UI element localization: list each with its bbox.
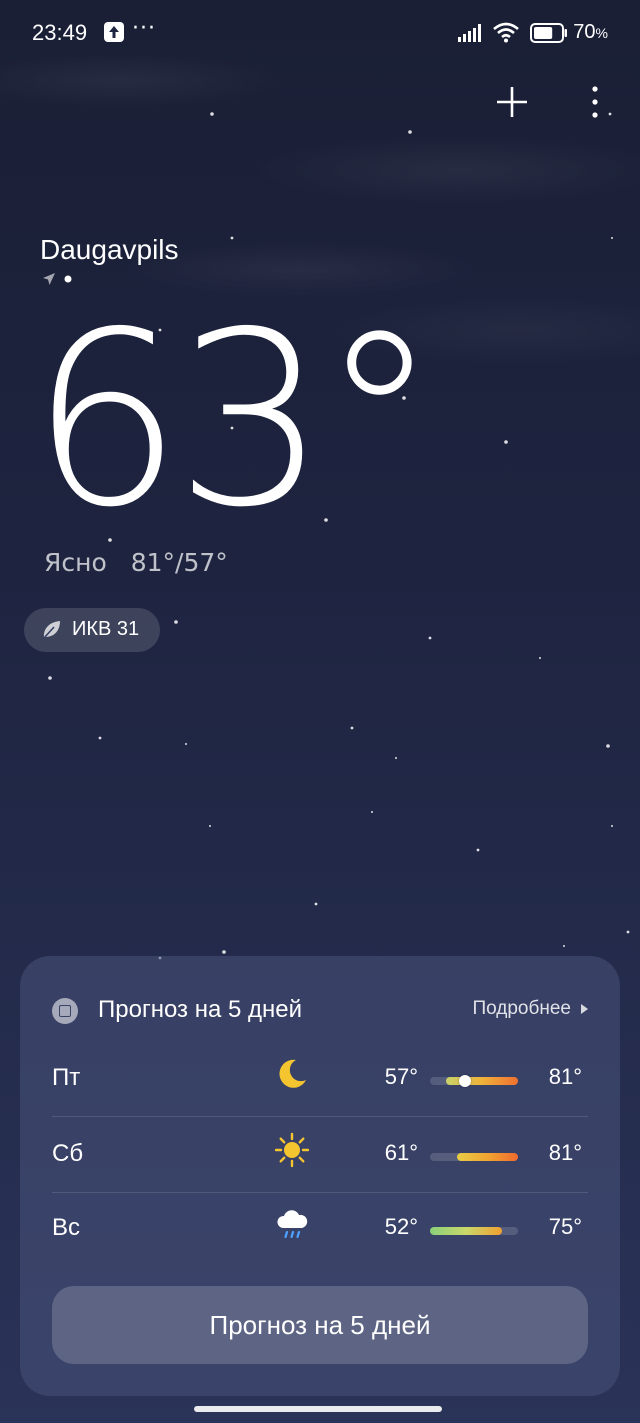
star xyxy=(606,744,610,748)
add-city-button[interactable] xyxy=(496,86,528,118)
forecast-high: 75° xyxy=(548,1214,582,1239)
star xyxy=(371,811,373,813)
city-name[interactable]: Daugavpils xyxy=(40,234,179,266)
aqi-badge[interactable]: ИКВ 31 xyxy=(24,608,160,652)
forecast-title: Прогноз на 5 дней xyxy=(98,996,302,1023)
forecast-row[interactable]: Вс 52° 75° xyxy=(52,1192,588,1266)
forecast-low: 57° xyxy=(384,1064,418,1089)
star xyxy=(476,848,480,852)
star xyxy=(314,902,318,906)
star xyxy=(611,825,613,827)
battery-percentage: 70% xyxy=(573,21,608,43)
star xyxy=(98,736,102,740)
star xyxy=(408,130,412,134)
status-bar: 23:49 ··· 70% xyxy=(32,16,608,48)
star xyxy=(230,236,234,240)
temperature-range-bar xyxy=(430,1227,518,1235)
current-temperature: 63° xyxy=(30,280,439,560)
battery-icon xyxy=(530,23,567,43)
forecast-card-header: Прогноз на 5 дней Подробнее xyxy=(52,994,588,1030)
forecast-low: 61° xyxy=(384,1140,418,1165)
hi-lo-temperature: 81°/57° xyxy=(130,548,228,577)
star xyxy=(48,676,52,680)
star xyxy=(626,930,630,934)
star xyxy=(563,945,565,947)
star xyxy=(608,112,612,116)
star xyxy=(185,743,187,745)
temperature-range-bar xyxy=(430,1075,518,1087)
temperature-range-fill xyxy=(445,1077,518,1085)
forecast-high: 81° xyxy=(548,1064,582,1089)
home-indicator[interactable] xyxy=(194,1406,442,1412)
forecast-day: Сб xyxy=(52,1140,84,1167)
star xyxy=(174,620,178,624)
forecast-high: 81° xyxy=(548,1140,582,1165)
star xyxy=(428,636,432,640)
forecast-card: Прогноз на 5 дней Подробнее Пт 57° 81° С… xyxy=(20,956,620,1396)
star xyxy=(395,757,397,759)
forecast-day: Вс xyxy=(52,1214,81,1241)
star xyxy=(350,726,354,730)
rain-cloud-icon xyxy=(274,1206,310,1242)
star xyxy=(209,825,211,827)
notification-more-icon: ··· xyxy=(132,16,156,41)
forecast-row[interactable]: Пт 57° 81° xyxy=(52,1042,588,1117)
aqi-label: ИКВ 31 xyxy=(72,618,140,640)
current-temperature-marker xyxy=(459,1075,472,1087)
star xyxy=(611,237,613,239)
condition-text: Ясно xyxy=(44,548,107,577)
five-day-forecast-button[interactable]: Прогноз на 5 дней xyxy=(52,1286,588,1364)
wifi-icon xyxy=(493,22,519,43)
status-time: 23:49 xyxy=(32,20,88,45)
star xyxy=(539,657,541,659)
star xyxy=(504,440,508,444)
forecast-low: 52° xyxy=(384,1214,418,1239)
moon-icon xyxy=(274,1056,310,1092)
temperature-range-bar xyxy=(430,1153,518,1161)
chevron-right-icon xyxy=(581,1003,588,1014)
forecast-row[interactable]: Сб 61° 81° xyxy=(52,1118,588,1193)
temperature-range-fill xyxy=(430,1227,503,1235)
sun-icon xyxy=(274,1132,310,1168)
more-details-link[interactable]: Подробнее xyxy=(472,998,588,1020)
forecast-day: Пт xyxy=(52,1064,81,1091)
more-options-button[interactable] xyxy=(588,84,602,120)
signal-icon xyxy=(458,24,481,42)
leaf-icon xyxy=(43,621,60,639)
star xyxy=(222,950,226,954)
star xyxy=(210,112,214,116)
temperature-range-fill xyxy=(457,1153,518,1161)
upload-icon xyxy=(104,22,124,42)
calendar-icon xyxy=(52,998,78,1024)
current-condition-row: Ясно 81°/57° xyxy=(44,548,244,577)
